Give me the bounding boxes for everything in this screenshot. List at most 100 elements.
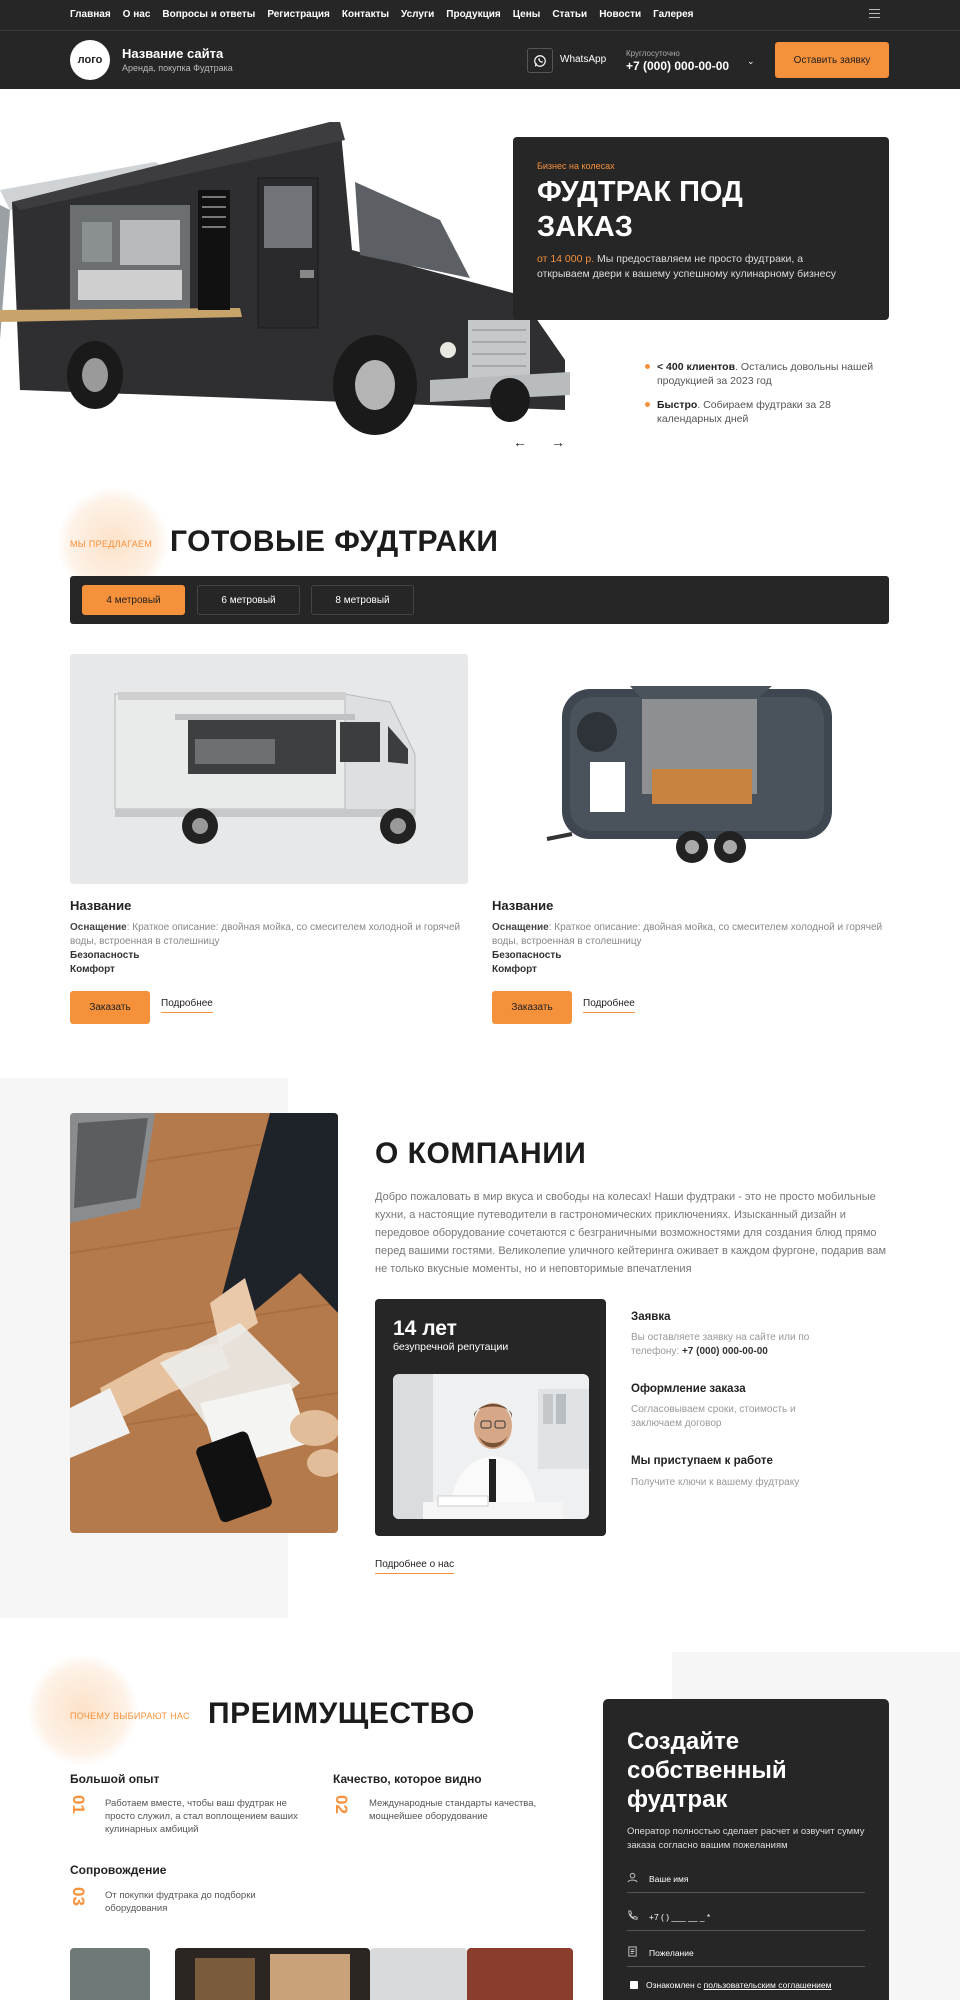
spec-text: : Краткое описание: двойная мойка, со см…: [492, 922, 883, 947]
hero-description: от 14 000 р. Мы предоставляем не просто …: [537, 252, 837, 282]
bullet-bold: Быстро: [657, 399, 698, 411]
step-title-order: Оформление заказа: [631, 1383, 746, 1395]
product-image[interactable]: [70, 654, 468, 884]
gallery-image: [175, 1948, 370, 2000]
wish-field[interactable]: Пожелание: [627, 1939, 865, 1967]
product-feature-comfort: Комфорт: [70, 964, 115, 975]
gallery-image: [370, 1948, 467, 2000]
working-hours: Круглосуточно: [626, 49, 680, 58]
phone-field[interactable]: +7 ( ) ___ __ _ *: [627, 1903, 865, 1931]
agreement-label: Ознакомлен с: [646, 1980, 704, 1990]
nav-link-faq[interactable]: Вопросы и ответы: [162, 9, 255, 20]
section-title: ГОТОВЫЕ ФУДТРАКИ: [170, 525, 499, 558]
experience-caption: безупречной репутации: [393, 1341, 509, 1353]
user-icon: [627, 1872, 649, 1886]
nav-links: Главная О нас Вопросы и ответы Регистрац…: [70, 9, 694, 20]
request-form: Создайте собственный фудтрак Оператор по…: [603, 1699, 889, 2000]
advantage-title: Качество, которое видно: [333, 1772, 482, 1786]
header-phone[interactable]: +7 (000) 000-00-00: [626, 59, 729, 73]
gallery-image: [70, 1948, 150, 2000]
about-more-link[interactable]: Подробнее о нас: [375, 1559, 455, 1574]
phone-icon: [627, 1909, 649, 1924]
hero-bullets: < 400 клиентов. Остались довольны нашей …: [645, 360, 875, 436]
bullet-dot-icon: [645, 364, 650, 369]
nav-link-news[interactable]: Новости: [599, 9, 641, 20]
manager-photo: [393, 1374, 589, 1519]
advantage-description: От покупки фудтрака до подборки оборудов…: [105, 1890, 256, 1914]
tab-6m[interactable]: 6 метровый: [197, 585, 300, 615]
nav-link-register[interactable]: Регистрация: [267, 9, 330, 20]
step-phone[interactable]: +7 (000) 000-00-00: [682, 1346, 768, 1357]
site-tagline: Аренда, покупка Фудтрака: [122, 63, 233, 73]
agreement-link[interactable]: пользовательским соглашением: [704, 1980, 832, 1990]
step-desc-work: Получите ключи к вашему фудтраку: [631, 1477, 800, 1488]
wish-placeholder: Пожелание: [649, 1947, 694, 1958]
hero-price: от 14 000 р.: [537, 253, 595, 265]
nav-link-prices[interactable]: Цены: [513, 9, 541, 20]
experience-card: 14 лет безупречной репутации: [375, 1299, 606, 1536]
chevron-down-icon[interactable]: ⌄: [747, 56, 755, 67]
step-desc-request: Вы оставляете заявку на сайте или по тел…: [631, 1331, 841, 1359]
advantage-title: Большой опыт: [70, 1772, 160, 1786]
nav-link-contacts[interactable]: Контакты: [342, 9, 389, 20]
product-feature-comfort: Комфорт: [492, 964, 537, 975]
top-nav: Главная О нас Вопросы и ответы Регистрац…: [0, 0, 960, 30]
product-title: Название: [70, 898, 132, 913]
whatsapp-icon[interactable]: [527, 48, 553, 73]
agreement-text: Ознакомлен с пользовательским соглашение…: [646, 1980, 831, 1990]
step-title-work: Мы приступаем к работе: [631, 1455, 773, 1467]
section-kicker: ПОЧЕМУ ВЫБИРАЮТ НАС: [70, 1711, 190, 1721]
whatsapp-link[interactable]: WhatsApp: [560, 54, 606, 65]
product-description: Оснащение: Краткое описание: двойная мой…: [492, 921, 892, 949]
spec-label: Оснащение: [70, 922, 127, 933]
logo[interactable]: лого: [70, 40, 110, 80]
name-field[interactable]: Ваше имя: [627, 1865, 865, 1893]
nav-link-gallery[interactable]: Галерея: [653, 9, 693, 20]
tab-8m[interactable]: 8 метровый: [311, 585, 414, 615]
nav-link-articles[interactable]: Статьи: [552, 9, 587, 20]
advantage-description: Международные стандарты качества, мощней…: [369, 1798, 537, 1822]
arrow-right-icon[interactable]: →: [543, 427, 573, 457]
nav-link-home[interactable]: Главная: [70, 9, 111, 20]
site-header: лого Название сайта Аренда, покупка Фудт…: [0, 30, 960, 89]
gallery-image: [467, 1948, 573, 2000]
bullet-dot-icon: [645, 402, 650, 407]
spec-label: Оснащение: [492, 922, 549, 933]
hero-bullet-fast: Быстро. Собираем фудтраки за 28 календар…: [645, 398, 875, 426]
menu-icon[interactable]: [869, 9, 880, 21]
form-subtitle: Оператор полностью сделает расчет и озву…: [627, 1826, 865, 1851]
leave-request-button[interactable]: Оставить заявку: [775, 42, 889, 78]
product-feature-safety: Безопасность: [492, 950, 562, 961]
advantage-title: Сопровождение: [70, 1863, 167, 1877]
checkbox-icon[interactable]: [630, 1981, 638, 1989]
product-feature-safety: Безопасность: [70, 950, 140, 961]
decorative-glow: [28, 1655, 138, 1765]
bullet-bold: < 400 клиентов: [657, 361, 736, 373]
advantage-number: 01: [69, 1795, 88, 1814]
product-description: Оснащение: Краткое описание: двойная мой…: [70, 921, 470, 949]
order-button[interactable]: Заказать: [70, 991, 150, 1024]
size-tabs: 4 метровый 6 метровый 8 метровый: [70, 576, 889, 624]
tab-4m[interactable]: 4 метровый: [82, 585, 185, 615]
nav-link-products[interactable]: Продукция: [446, 9, 500, 20]
hero-kicker: Бизнес на колесах: [537, 161, 615, 171]
product-title: Название: [492, 898, 554, 913]
hero-foodtruck-image: [0, 110, 580, 460]
document-icon: [627, 1945, 649, 1960]
details-link[interactable]: Подробнее: [583, 998, 635, 1013]
product-image[interactable]: [492, 654, 890, 884]
arrow-left-icon[interactable]: ←: [505, 427, 535, 457]
experience-years: 14 лет: [393, 1317, 457, 1340]
name-placeholder: Ваше имя: [649, 1873, 689, 1884]
nav-link-services[interactable]: Услуги: [401, 9, 434, 20]
step-title-request: Заявка: [631, 1311, 671, 1323]
about-text: Добро пожаловать в мир вкуса и свободы н…: [375, 1191, 887, 1275]
details-link[interactable]: Подробнее: [161, 998, 213, 1013]
hero-title: ФУДТРАК ПОД ЗАКАЗ: [537, 176, 743, 243]
advantage-number: 03: [69, 1887, 88, 1906]
advantage-description: Работаем вместе, чтобы ваш фудтрак не пр…: [105, 1798, 298, 1835]
nav-link-about[interactable]: О нас: [123, 9, 151, 20]
order-button[interactable]: Заказать: [492, 991, 572, 1024]
about-title: О КОМПАНИИ: [375, 1137, 587, 1170]
agreement-checkbox[interactable]: Ознакомлен с пользовательским соглашение…: [630, 1980, 831, 1990]
